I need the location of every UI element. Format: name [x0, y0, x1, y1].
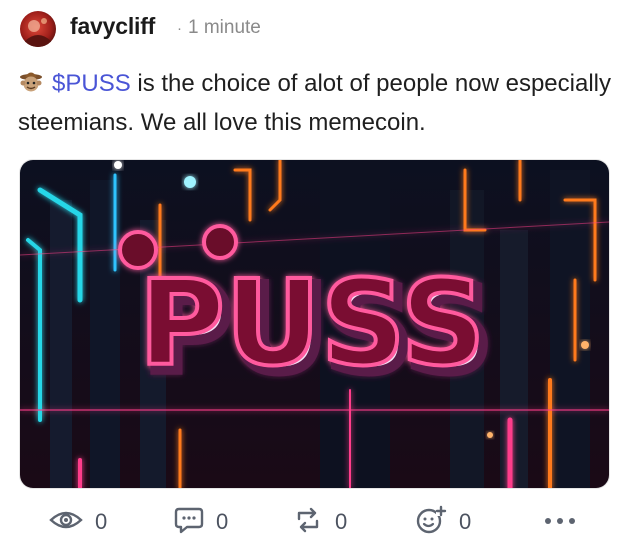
ticker-link[interactable]: $PUSS [52, 70, 131, 97]
post-timestamp[interactable]: 1 minute [188, 17, 261, 39]
comments-button[interactable]: 0 [174, 500, 228, 544]
meta-separator: · [177, 20, 182, 37]
cowboy-emoji-icon [18, 68, 44, 94]
author-name[interactable]: favycliff [70, 13, 155, 40]
logo-text: PUSS [139, 254, 486, 392]
repost-icon [293, 507, 323, 538]
avatar[interactable] [20, 11, 56, 47]
more-options-button[interactable] [543, 500, 577, 544]
repost-count: 0 [335, 509, 348, 534]
views-button[interactable]: 0 [49, 500, 107, 544]
eye-icon [49, 508, 83, 537]
post-body: $PUSS is the choice of alot of people no… [18, 64, 618, 142]
post-image[interactable]: PUSS PUSS [19, 159, 610, 489]
add-reaction-icon [415, 505, 447, 540]
post-card: favycliff · 1 minute $PUSS is the choice… [0, 0, 640, 549]
comment-icon [174, 506, 204, 539]
reactions-count: 0 [459, 509, 472, 534]
action-bar: 0 0 0 0 [0, 500, 640, 544]
repost-button[interactable]: 0 [293, 500, 347, 544]
more-icon [543, 513, 577, 531]
add-reaction-button[interactable]: 0 [415, 500, 471, 544]
comments-count: 0 [216, 509, 229, 534]
views-count: 0 [95, 509, 108, 534]
